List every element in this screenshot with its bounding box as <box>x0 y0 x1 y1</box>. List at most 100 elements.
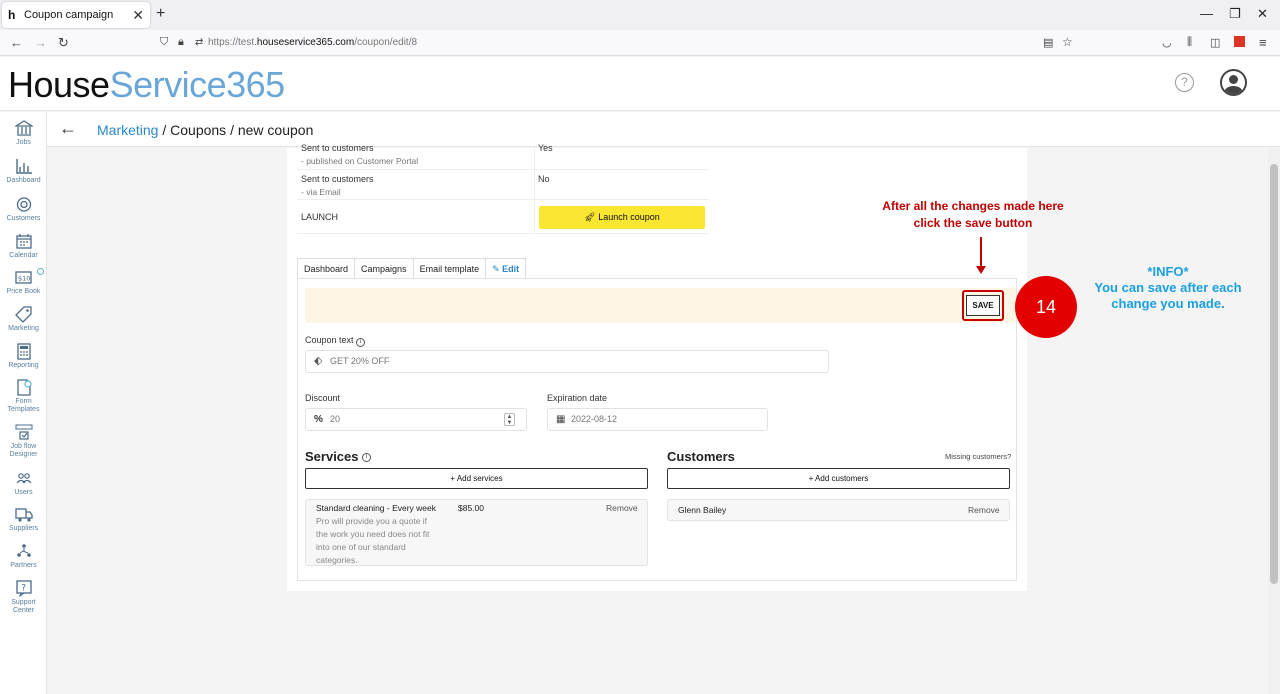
lock-icon[interactable]: 🔒︎ <box>178 36 184 49</box>
extension-icon[interactable] <box>1234 36 1245 47</box>
add-services-button[interactable]: + Add services <box>305 468 648 489</box>
tab-email-template[interactable]: Email template <box>412 258 487 278</box>
arrow-line <box>980 237 982 267</box>
remove-customer-button[interactable]: Remove <box>968 505 1000 515</box>
tab-dashboard[interactable]: Dashboard <box>297 258 356 278</box>
price-tag-icon: $10 <box>14 271 32 284</box>
browser-tab[interactable]: h Coupon campaign ✕ <box>2 2 150 28</box>
coupon-text-label: Coupon text i <box>305 335 366 347</box>
app-logo[interactable]: HouseService365 <box>8 64 285 106</box>
tag-icon <box>14 306 32 323</box>
expiration-date-input[interactable]: ▦ 2022-08-12 <box>547 408 768 431</box>
flow-icon <box>15 424 32 440</box>
shield-icon[interactable]: ⛉ <box>160 36 168 49</box>
launch-coupon-button[interactable]: 🚀︎ Launch coupon <box>539 206 705 229</box>
sidebar-label: Suppliers <box>8 525 39 532</box>
close-window-icon[interactable]: ✕ <box>1257 6 1268 22</box>
breadcrumb-marketing[interactable]: Marketing <box>97 122 158 138</box>
logo-house: House <box>8 64 110 105</box>
truck-icon <box>14 508 33 522</box>
new-tab-button[interactable]: + <box>156 5 165 23</box>
scrollbar-thumb[interactable] <box>1270 164 1278 584</box>
discount-input[interactable]: % 20 ▲ ▼ <box>305 408 527 431</box>
tab-campaigns[interactable]: Campaigns <box>354 258 414 278</box>
sidebar-item-reporting[interactable]: Reporting <box>0 343 47 370</box>
url-bar[interactable]: https://test.houseservice365.com/coupon/… <box>208 37 417 48</box>
pocket-icon[interactable]: ◡ <box>1162 36 1172 49</box>
customer-name: Glenn Bailey <box>678 505 727 515</box>
menu-icon[interactable]: ≡ <box>1259 35 1267 50</box>
browser-tab-bar: h Coupon campaign ✕ + — ❐ ✕ <box>0 0 1280 30</box>
permissions-icon[interactable]: ⇄ <box>195 37 203 48</box>
service-price: $85.00 <box>458 503 484 513</box>
library-icon[interactable]: ⫼ <box>1187 36 1192 49</box>
row-value: No <box>538 174 550 184</box>
row-sub: - via Email <box>301 187 341 197</box>
reload-icon[interactable]: ↻ <box>58 35 69 51</box>
coupon-text-label-text: Coupon text <box>305 335 354 345</box>
bookmark-star-icon[interactable]: ☆ <box>1062 35 1073 49</box>
sidebar-item-users[interactable]: Users <box>0 470 47 497</box>
sidebar-item-partners[interactable]: Partners <box>0 543 47 570</box>
sidebar-label: Form <box>15 398 32 405</box>
coupon-text-input[interactable]: ⬖ GET 20% OFF <box>305 350 829 373</box>
sidebar-item-dashboard[interactable]: Dashboard <box>0 158 47 185</box>
info-icon: i <box>356 338 366 347</box>
bar-chart-icon <box>15 159 32 174</box>
info-line-1: *INFO* <box>1147 264 1189 279</box>
sidebar-label: Partners <box>10 562 37 569</box>
customers-title: Customers <box>667 449 735 464</box>
avatar[interactable] <box>1220 69 1247 96</box>
sidebar-item-jobs[interactable]: Jobs <box>0 120 47 147</box>
table-row: Sent to customers - published on Custome… <box>297 143 709 170</box>
sidebar-label: Customers <box>6 215 41 222</box>
back-nav-icon[interactable]: ← <box>10 35 23 50</box>
partners-icon <box>16 544 31 557</box>
remove-service-button[interactable]: Remove <box>606 503 638 513</box>
url-prefix: https://test. <box>208 37 257 48</box>
sidebar-item-job-flow-designer[interactable]: Job flow Designer <box>0 424 47 459</box>
table-row: Sent to customers - via Email No <box>297 170 709 200</box>
service-desc-line: into one of our standard <box>316 542 406 552</box>
customer-list-item: Glenn Bailey Remove <box>667 499 1010 521</box>
forward-nav-icon[interactable]: → <box>34 35 47 50</box>
row-key: LAUNCH <box>301 212 339 222</box>
reader-view-icon[interactable]: ▤ <box>1043 36 1053 49</box>
missing-customers-link[interactable]: Missing customers? <box>945 452 1011 461</box>
plus-badge-icon[interactable] <box>37 268 44 275</box>
tab-edit-label: Edit <box>502 264 520 274</box>
sidebar-toggle-icon[interactable]: ◫ <box>1210 36 1220 49</box>
svg-text:$10: $10 <box>18 275 30 283</box>
sidebar-item-marketing[interactable]: Marketing <box>0 306 47 333</box>
sidebar-label: Support <box>11 599 36 606</box>
help-icon[interactable]: ? <box>1175 73 1194 92</box>
back-arrow-icon[interactable]: ← <box>59 118 77 139</box>
stepper-icon[interactable]: ▲ ▼ <box>504 413 515 426</box>
sidebar-label: Price Book <box>6 288 41 295</box>
minimize-icon[interactable]: — <box>1200 6 1213 21</box>
sidebar-item-suppliers[interactable]: Suppliers <box>0 506 47 533</box>
sidebar-item-calendar[interactable]: Calendar <box>0 233 47 260</box>
discount-label: Discount <box>305 393 341 403</box>
service-name: Standard cleaning - Every week <box>316 503 437 513</box>
sidebar-label: Reporting <box>8 362 39 369</box>
sidebar-item-support-center[interactable]: ? Support Center <box>0 580 47 615</box>
info-line-3: change you made. <box>1111 296 1225 311</box>
url-domain: houseservice365.com <box>256 37 355 48</box>
maximize-icon[interactable]: ❐ <box>1229 6 1241 22</box>
sidebar-label: Job flow <box>10 443 37 450</box>
support-icon: ? <box>15 580 32 597</box>
instruction-note: After all the changes made here click th… <box>860 198 1086 232</box>
page-scrollbar[interactable] <box>1268 148 1280 694</box>
save-button[interactable]: SAVE <box>966 295 1000 316</box>
breadcrumb-rest: / Coupons / new coupon <box>158 122 314 138</box>
info-note: *INFO* You can save after each change yo… <box>1080 264 1256 312</box>
add-customers-button[interactable]: + Add customers <box>667 468 1010 489</box>
tab-edit[interactable]: ✎ Edit <box>485 258 527 278</box>
favicon-icon: h <box>8 8 16 22</box>
close-tab-icon[interactable]: ✕ <box>132 7 144 24</box>
browser-nav-bar: ← → ↻ ⛉ 🔒︎ ⇄ https://test.houseservice36… <box>0 30 1280 56</box>
sidebar-item-customers[interactable]: Customers <box>0 196 47 223</box>
sidebar-item-form-templates[interactable]: Form Templates <box>0 379 47 414</box>
row-value: Yes <box>538 143 553 153</box>
